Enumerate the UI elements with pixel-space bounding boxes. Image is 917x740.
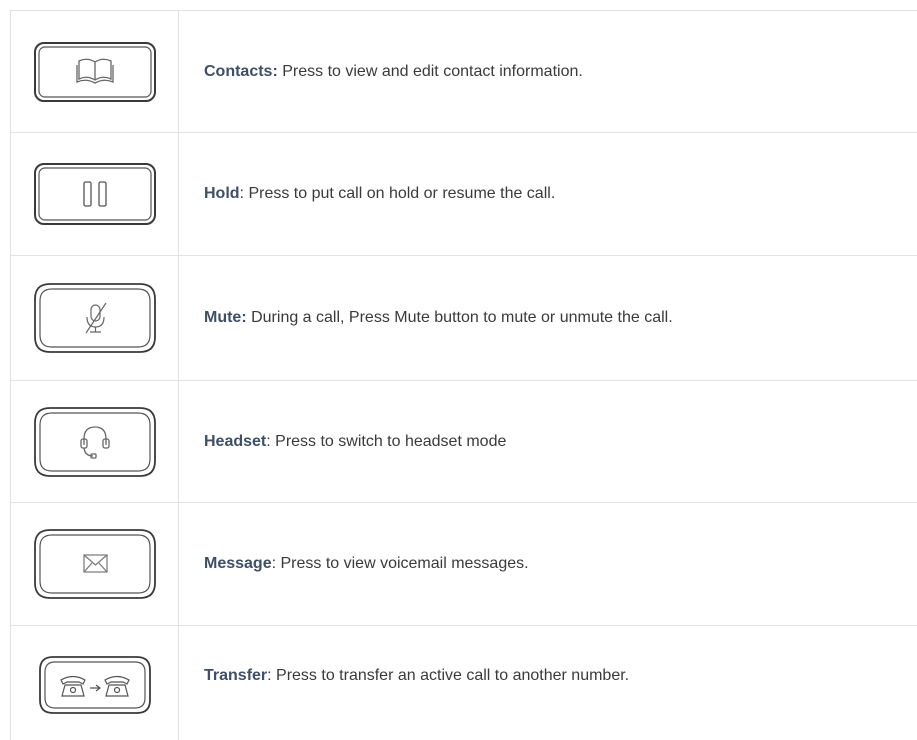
table-row-message: Message: Press to view voicemail message… [10,503,917,626]
key-description: During a call, Press Mute button to mute… [246,309,673,326]
description-cell: Mute: During a call, Press Mute button t… [179,256,917,380]
contacts-key-image [33,41,156,102]
key-name: Mute: [204,309,247,326]
mute-key-image [33,283,156,353]
key-description: : Press to view voicemail messages. [271,555,529,572]
description-cell: Transfer: Press to transfer an active ca… [179,626,917,740]
icon-cell [10,11,179,132]
key-name: Hold [204,185,240,202]
icon-cell [10,256,179,380]
key-name: Transfer [204,667,268,684]
table-row-transfer: Transfer: Press to transfer an active ca… [10,626,917,740]
description-cell: Contacts: Press to view and edit contact… [179,11,917,132]
key-description: : Press to switch to headset mode [266,432,507,450]
headset-key-image [33,406,156,477]
table-row-hold: Hold: Press to put call on hold or resum… [10,133,917,256]
description-cell: Message: Press to view voicemail message… [179,503,917,625]
icon-cell [10,381,179,502]
table-row-contacts: Contacts: Press to view and edit contact… [10,11,917,133]
description-cell: Headset: Press to switch to headset mode [179,381,917,502]
key-name: Contacts: [204,62,278,80]
key-description: Press to view and edit contact informati… [277,62,583,80]
message-key-image [33,529,156,599]
icon-cell [10,626,179,740]
key-name: Headset [204,432,267,450]
description-cell: Hold: Press to put call on hold or resum… [179,133,917,255]
hold-key-image [33,163,156,225]
key-description: : Press to transfer an active call to an… [267,667,630,684]
icon-cell [10,503,179,625]
key-name: Message [204,555,272,572]
key-description: : Press to put call on hold or resume th… [239,185,556,202]
icon-cell [10,133,179,255]
transfer-key-image [38,656,151,714]
table-row-headset: Headset: Press to switch to headset mode [10,381,917,503]
key-description-table: Contacts: Press to view and edit contact… [10,10,917,740]
table-row-mute: Mute: During a call, Press Mute button t… [10,256,917,381]
